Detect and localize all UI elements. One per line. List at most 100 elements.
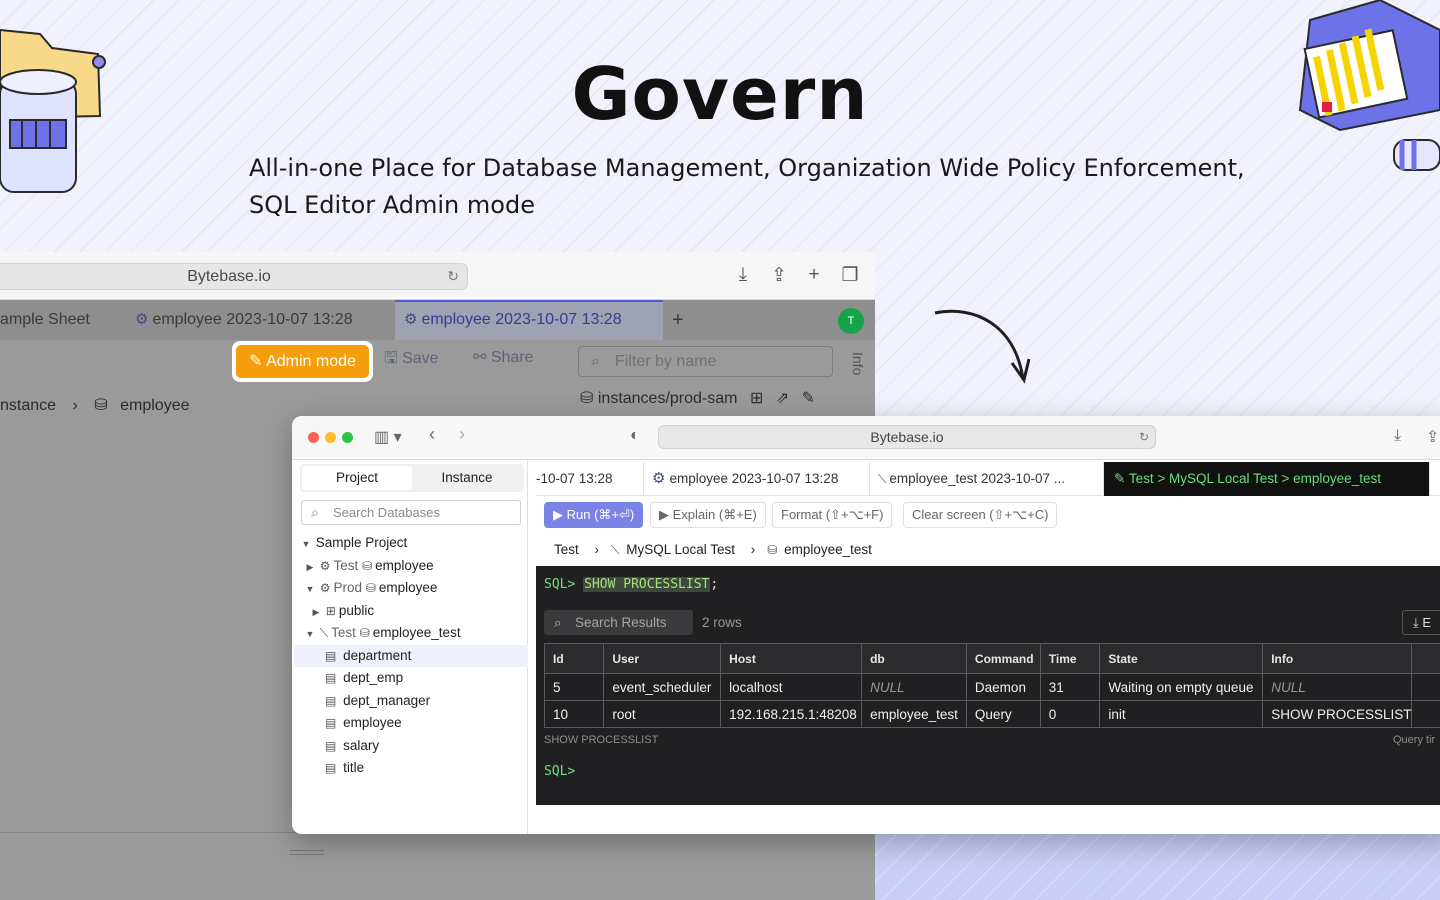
resize-handle[interactable] [290,850,324,855]
postgres-icon: ⚙ [135,311,149,328]
tab-project[interactable]: Project [302,466,412,490]
export-button[interactable]: ⤓ E [1402,610,1440,635]
table-row[interactable]: 5 event_scheduler localhost NULL Daemon … [543,673,1440,701]
share-button[interactable]: ⚯ Share [473,347,534,367]
column-header[interactable]: db [861,643,967,674]
chevron-right-icon: ▶ [312,607,320,617]
edit-icon[interactable]: ✎ [802,390,815,407]
tree-project[interactable]: ▼ Sample Project [294,532,528,554]
explain-button[interactable]: ▶ Explain (⌘+E) [650,502,766,528]
search-icon: ⌕ [311,504,319,520]
tree-table-dept-manager[interactable]: ▤ dept_manager [294,690,528,712]
share-icon[interactable]: ⇪ [1426,427,1439,447]
hero-title: Govern [571,52,869,136]
column-header[interactable]: User [603,643,722,674]
chevron-down-icon: ▼ [305,629,315,639]
minimize-window-button[interactable] [325,432,336,443]
open-external-icon[interactable]: ⇗ [776,390,789,407]
table-cell: root [603,700,722,728]
postgres-icon: ⚙ [404,311,418,328]
back-nav-icon[interactable]: ‹ [429,424,435,445]
table-icon: ▤ [325,694,337,708]
decorative-band [875,830,1440,900]
share-icon[interactable]: ⇪ [768,264,790,287]
search-icon: ⌕ [554,615,562,630]
filter-input[interactable]: ⌕ Filter by name [578,346,833,377]
tree-db-test-employee[interactable]: ▶ ⚙ Test ⛁ employee [294,555,528,577]
back-url-text: Bytebase.io [187,268,271,285]
tree-schema-public[interactable]: ▶ ⊞ public [294,600,528,622]
column-header[interactable]: Host [720,643,863,674]
column-header[interactable]: State [1099,643,1264,674]
editor-tab-admin[interactable]: ✎ Test > MySQL Local Test > employee_tes… [1104,462,1430,496]
forward-nav-icon[interactable]: › [459,424,465,445]
table-cell: Query [965,700,1041,728]
editor-tab-2[interactable]: ⚙ employee 2023-10-07 13:28 [644,462,870,496]
table-cell: 10 [543,700,605,728]
table-cell: Waiting on empty queue [1099,673,1264,701]
download-icon[interactable]: ⤓ [732,264,754,286]
postgres-icon: ⚙ [319,581,331,595]
back-url-bar[interactable]: Bytebase.io ↻ [0,263,468,290]
table-row[interactable]: 10 root 192.168.215.1:48208 employee_tes… [543,700,1440,728]
back-tab-bar: ample Sheet ⚙ employee 2023-10-07 13:28 ⚙… [0,300,875,340]
table-cell: SHOW PROCESSLIST [1262,700,1413,728]
reload-icon[interactable]: ↻ [1139,426,1149,448]
tree-table-dept-emp[interactable]: ▤ dept_emp [294,667,528,689]
tree-table-employee[interactable]: ▤ employee [294,712,528,734]
chevron-down-icon: ▼ [301,539,311,549]
editor-tab-1[interactable]: -10-07 13:28 [536,462,644,496]
back-browser-toolbar: Bytebase.io ↻ ⤓ ⇪ + ❐ [0,252,875,300]
search-icon: ⌕ [591,353,600,370]
save-button[interactable]: 🖫 Save [384,347,439,374]
tree-table-salary[interactable]: ▤ salary [294,735,528,757]
format-button[interactable]: Format (⇧+⌥+F) [772,502,893,528]
reload-icon[interactable]: ↻ [447,264,459,289]
sql-prompt[interactable]: SQL> [544,764,575,779]
column-header[interactable]: Id [543,643,605,674]
run-button[interactable]: ▶ Run (⌘+⏎) [544,502,644,528]
column-header[interactable]: Time [1039,643,1101,674]
database-icon: ⛁ [362,559,373,573]
table-cell: init [1099,700,1264,728]
editor-tab-3[interactable]: ⟍ employee_test 2023-10-07 ... [870,462,1104,496]
table-icon: ▤ [325,671,337,685]
table-cell: Daemon [965,673,1041,701]
tab-overview-icon[interactable]: ❐ [839,264,861,287]
editor-main: -10-07 13:28 ⚙ employee 2023-10-07 13:28 … [536,460,1440,834]
sql-input-line[interactable]: SQL> SHOW PROCESSLIST; [544,577,718,592]
info-panel-toggle[interactable]: Info [850,352,866,375]
tab-instance[interactable]: Instance [412,466,522,490]
avatar[interactable]: T [838,308,864,334]
column-header[interactable]: Info [1262,643,1413,674]
search-results-input[interactable]: ⌕ Search Results [544,610,693,635]
front-url-bar[interactable]: Bytebase.io ↻ [658,425,1156,449]
search-databases-input[interactable]: ⌕ Search Databases [301,500,521,525]
table-cell: 5 [543,673,605,701]
new-tab-icon[interactable]: + [803,264,825,286]
tree-db-prod-employee[interactable]: ▼ ⚙ Prod ⛁ employee [294,577,528,599]
clear-screen-button[interactable]: Clear screen (⇧+⌥+C) [903,502,1058,528]
front-url-text: Bytebase.io [870,429,944,445]
hero-subtitle: All-in-one Place for Database Management… [249,154,1245,219]
back-tab-employee[interactable]: ⚙ employee 2023-10-07 13:28 [126,300,394,340]
table-icon: ▤ [325,649,337,663]
back-tab-employee-active[interactable]: ⚙ employee 2023-10-07 13:28 [395,300,663,340]
tree-table-title[interactable]: ▤ title [294,757,528,779]
sql-console[interactable]: SQL> SHOW PROCESSLIST; ⌕ Search Results … [536,566,1440,805]
schema-icon[interactable]: ⊞ [750,390,763,407]
sidebar-toggle-icon[interactable]: ▥ ▾ [374,427,402,447]
table-icon: ▤ [325,716,337,730]
results-table: Id User Host db Command Time State Info … [543,643,1440,728]
zoom-window-button[interactable] [342,432,353,443]
admin-mode-button[interactable]: ✎ Admin mode [232,341,373,382]
row-count: 2 rows [702,615,742,630]
column-header[interactable]: Command [965,643,1041,674]
privacy-shield-icon[interactable]: ◐ [630,427,640,445]
close-window-button[interactable] [308,432,319,443]
back-add-tab-icon[interactable]: + [672,300,696,340]
download-icon[interactable]: ⤓ [1394,427,1401,445]
back-tab-sheet[interactable]: ample Sheet [0,300,126,340]
tree-table-department[interactable]: ▤ department [294,645,528,667]
tree-db-test-employee-test[interactable]: ▼ ⟍ Test ⛁ employee_test [294,622,528,644]
